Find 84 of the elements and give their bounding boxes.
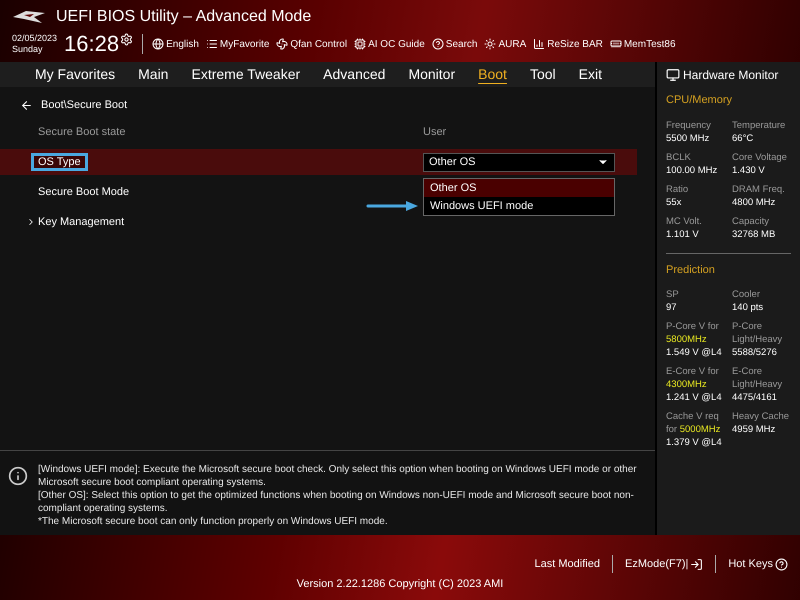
- metric-label: Core Voltage: [732, 150, 788, 164]
- dropdown-option[interactable]: Windows UEFI mode: [424, 196, 614, 214]
- logo-icon: [12, 9, 46, 25]
- metric-label: Cooler: [732, 288, 761, 301]
- toolbar-button[interactable]: MyFavorite: [206, 36, 270, 52]
- toolbar-button[interactable]: AI OC Guide: [354, 36, 425, 52]
- window-title: UEFI BIOS Utility – Advanced Mode: [56, 7, 312, 27]
- metric-value: 4475/4161: [732, 391, 778, 404]
- menu-tab[interactable]: Extreme Tweaker: [191, 64, 300, 85]
- os-type-dropdown[interactable]: Other OS: [423, 152, 615, 172]
- setting-label: Secure Boot state: [37, 126, 126, 138]
- toolbar-button[interactable]: AURA: [484, 36, 526, 52]
- exit-icon: [690, 558, 704, 570]
- help-icon: [432, 38, 444, 50]
- footer-button[interactable]: EzMode(F7)|: [624, 556, 704, 572]
- footer-button[interactable]: Hot Keys: [728, 556, 788, 572]
- settings-icon[interactable]: [120, 32, 134, 46]
- toolbar-button[interactable]: Qfan Control: [276, 36, 348, 52]
- help-icon: [775, 558, 788, 570]
- metric-value: 4800 MHz: [732, 196, 776, 208]
- setting-value: User: [423, 124, 448, 140]
- setting-label: OS Type: [34, 156, 85, 168]
- metric-value: 32768 MB: [732, 228, 776, 240]
- metric-value: 1.241 V @L4: [666, 391, 723, 404]
- chip-icon: [354, 38, 366, 50]
- monitor-icon: [666, 68, 680, 82]
- menu-tab[interactable]: Main: [138, 64, 168, 85]
- fan-icon: [276, 38, 288, 50]
- day-text: Sunday: [12, 44, 44, 55]
- menu-tab[interactable]: Tool: [530, 64, 556, 85]
- metric-label: P-Core Light/Heavy: [732, 320, 784, 346]
- menu-tab[interactable]: My Favorites: [35, 64, 116, 85]
- metric-label: SP: [666, 288, 680, 301]
- metric-label: MC Volt.: [666, 214, 703, 228]
- metric-value: 5588/5276: [732, 346, 778, 359]
- setting-label: Secure Boot Mode: [37, 186, 130, 198]
- metric-value: 1.549 V @L4: [666, 346, 723, 359]
- metric-label: Frequency: [666, 118, 712, 132]
- metric-label: P-Core V for 5800MHz: [666, 320, 720, 346]
- date-text: 02/05/2023: [12, 33, 58, 44]
- light-icon: [484, 38, 496, 50]
- toolbar-button[interactable]: English: [152, 36, 199, 52]
- menu-tab[interactable]: Monitor: [408, 64, 456, 85]
- menu-tab[interactable]: Boot: [478, 64, 507, 85]
- metric-label: E-Core V for 4300MHz: [666, 365, 720, 391]
- help-text: [Other OS]: Select this option to get the optimized functions when booting on Windows non-UEFI mode and Microsoft secure boot non-compliant operating systems.: [38, 489, 635, 515]
- metric-value: 97: [666, 301, 678, 314]
- help-text: [Windows UEFI mode]: Execute the Microsoft secure boot check. Only select this option when booting on Windows UEFI mode or other Microsoft secure boot compliant operating systems.: [38, 463, 638, 489]
- metric-value: 4959 MHz: [732, 423, 776, 436]
- metric-label: BCLK: [666, 150, 692, 164]
- dropdown-option[interactable]: Other OS: [424, 178, 614, 196]
- info-icon: [8, 466, 28, 486]
- metric-label: E-Core Light/Heavy: [732, 365, 784, 391]
- metric-value: 100.00 MHz: [666, 164, 718, 176]
- section-title: Prediction: [666, 262, 716, 278]
- toolbar-button[interactable]: ReSize BAR: [533, 36, 603, 52]
- metric-value: 5500 MHz: [666, 132, 710, 144]
- panel-title: Hardware Monitor: [683, 67, 778, 84]
- breadcrumb: Boot\Secure Boot: [41, 98, 128, 113]
- menu-tab[interactable]: Advanced: [323, 64, 386, 85]
- clock-time: 16:28: [64, 32, 120, 56]
- globe-icon: [152, 38, 164, 50]
- metric-value: 55x: [666, 196, 682, 208]
- menu-tab[interactable]: Exit: [578, 64, 602, 85]
- bar-chart-icon: [533, 38, 546, 50]
- version-text: Version 2.22.1286 Copyright (C) 2023 AMI: [296, 576, 504, 592]
- metric-value: 1.101 V: [666, 228, 700, 240]
- metric-value: 66°C: [732, 132, 754, 144]
- metric-value: 140 pts: [732, 301, 764, 314]
- back-icon[interactable]: [20, 98, 33, 112]
- metric-label: DRAM Freq.: [732, 182, 786, 196]
- help-text: *The Microsoft secure boot can only function properly on Windows UEFI mode.: [38, 515, 389, 528]
- setting-label: Key Management: [37, 216, 126, 228]
- toolbar-button[interactable]: MemTest86: [610, 36, 676, 52]
- metric-value: 1.430 V: [732, 164, 766, 176]
- metric-label: Temperature: [732, 118, 786, 132]
- metric-label: Cache V req for 5000MHz: [666, 410, 722, 436]
- metric-label: Capacity: [732, 214, 770, 228]
- toolbar-button[interactable]: Search: [432, 36, 478, 52]
- section-title: CPU/Memory: [666, 93, 734, 108]
- metric-label: Heavy Cache: [732, 410, 790, 423]
- metric-label: Ratio: [666, 182, 690, 196]
- metric-value: 1.379 V @L4: [666, 436, 723, 449]
- footer-button[interactable]: Last Modified: [534, 556, 600, 572]
